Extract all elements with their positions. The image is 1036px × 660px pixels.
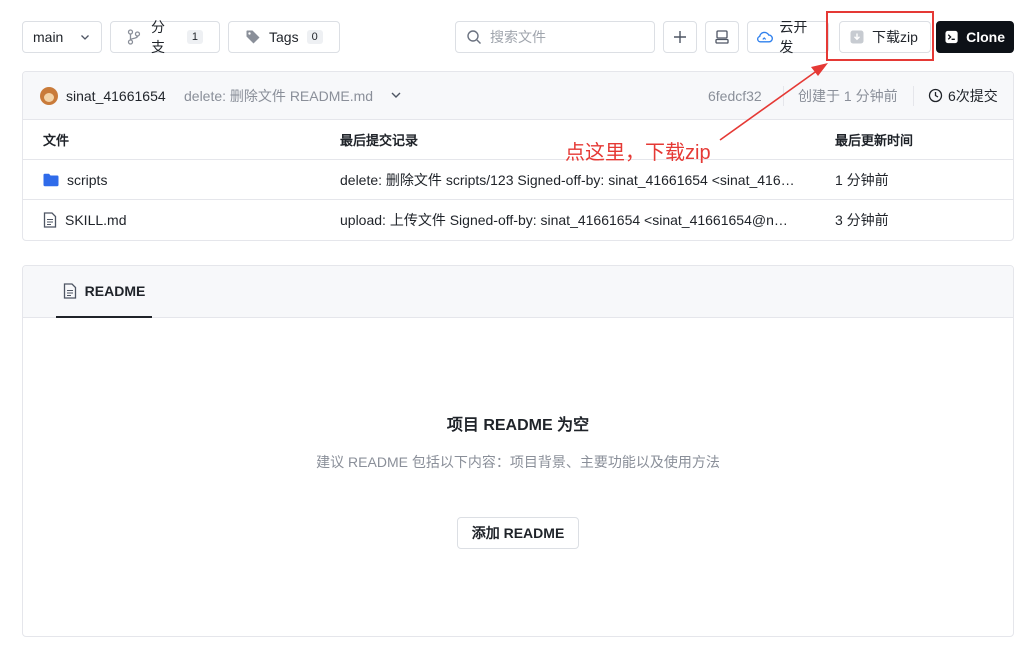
latest-commit-bar: sinat_41661654 delete: 删除文件 README.md 6f… <box>23 72 1013 120</box>
tags-button[interactable]: Tags 0 <box>228 21 340 53</box>
file-name[interactable]: SKILL.md <box>65 212 126 228</box>
tab-readme[interactable]: README <box>56 266 152 318</box>
file-list-panel: sinat_41661654 delete: 删除文件 README.md 6f… <box>22 71 1014 241</box>
branch-selector[interactable]: main <box>22 21 102 53</box>
tags-label: Tags <box>269 29 299 45</box>
readme-panel: README 项目 README 为空 建议 README 包括以下内容：项目背… <box>22 265 1014 637</box>
branches-button[interactable]: 分支 1 <box>110 19 220 55</box>
file-name[interactable]: scripts <box>67 172 107 188</box>
branches-count-badge: 1 <box>186 30 203 44</box>
table-row[interactable]: scripts delete: 删除文件 scripts/123 Signed-… <box>23 160 1013 200</box>
cloud-dev-label: 云开发 <box>779 19 808 55</box>
avatar[interactable] <box>40 87 58 105</box>
branch-icon <box>127 29 141 45</box>
divider <box>783 86 784 106</box>
file-updated: 3 分钟前 <box>835 212 889 228</box>
search-icon <box>467 30 481 44</box>
clock-icon <box>928 88 943 103</box>
search-placeholder: 搜索文件 <box>490 29 546 45</box>
commit-message[interactable]: delete: 删除文件 README.md <box>184 86 373 106</box>
add-file-button[interactable] <box>663 21 697 53</box>
document-icon <box>63 283 76 299</box>
add-readme-button[interactable]: 添加 README <box>457 517 579 549</box>
readme-empty-description: 建议 README 包括以下内容：项目背景、主要功能以及使用方法 <box>316 454 720 470</box>
header-file: 文件 <box>43 133 70 148</box>
chevron-down-icon <box>81 35 89 40</box>
annotation-text: 点这里，下载zip <box>565 142 711 164</box>
repo-toolbar: main 分支 1 Tags 0 搜索文件 云开发 下载zip Clone <box>22 19 1014 55</box>
tags-count-badge: 0 <box>306 30 323 44</box>
divider <box>913 86 914 106</box>
terminal-icon <box>945 30 958 44</box>
file-icon <box>43 212 57 228</box>
chevron-down-icon[interactable] <box>389 88 403 102</box>
plus-icon <box>674 31 686 43</box>
download-icon <box>850 30 864 44</box>
search-files-input[interactable]: 搜索文件 <box>455 21 655 53</box>
clone-button[interactable]: Clone <box>936 21 1014 53</box>
file-updated: 1 分钟前 <box>835 171 889 188</box>
file-last-commit[interactable]: upload: 上传文件 Signed-off-by: sinat_416616… <box>340 210 795 230</box>
branch-name: main <box>33 29 64 45</box>
commit-time: 创建于 1 分钟前 <box>798 87 898 104</box>
folder-icon <box>43 173 59 186</box>
monitor-icon <box>715 30 729 44</box>
commit-hash[interactable]: 6fedcf32 <box>708 88 762 104</box>
commit-count-link[interactable]: 6次提交 <box>928 86 998 106</box>
tag-icon <box>246 30 260 44</box>
clone-label: Clone <box>966 29 1005 45</box>
readme-empty-title: 项目 README 为空 <box>446 417 590 434</box>
branches-label: 分支 <box>150 19 165 55</box>
header-updated: 最后更新时间 <box>835 133 914 148</box>
download-zip-label: 下载zip <box>872 29 918 45</box>
readme-tabs: README <box>23 266 1013 318</box>
download-zip-button[interactable]: 下载zip <box>839 21 931 53</box>
cloud-dev-button[interactable]: 云开发 <box>747 19 829 55</box>
cloud-icon <box>757 31 773 43</box>
web-ide-button[interactable] <box>705 21 739 53</box>
commit-count: 6次提交 <box>948 87 998 104</box>
file-last-commit[interactable]: delete: 删除文件 scripts/123 Signed-off-by: … <box>340 170 795 190</box>
file-table-header: 文件 最后提交记录 最后更新时间 <box>23 120 1013 160</box>
tab-readme-label: README <box>84 283 146 299</box>
table-row[interactable]: SKILL.md upload: 上传文件 Signed-off-by: sin… <box>23 200 1013 240</box>
commit-author[interactable]: sinat_41661654 <box>66 88 166 104</box>
